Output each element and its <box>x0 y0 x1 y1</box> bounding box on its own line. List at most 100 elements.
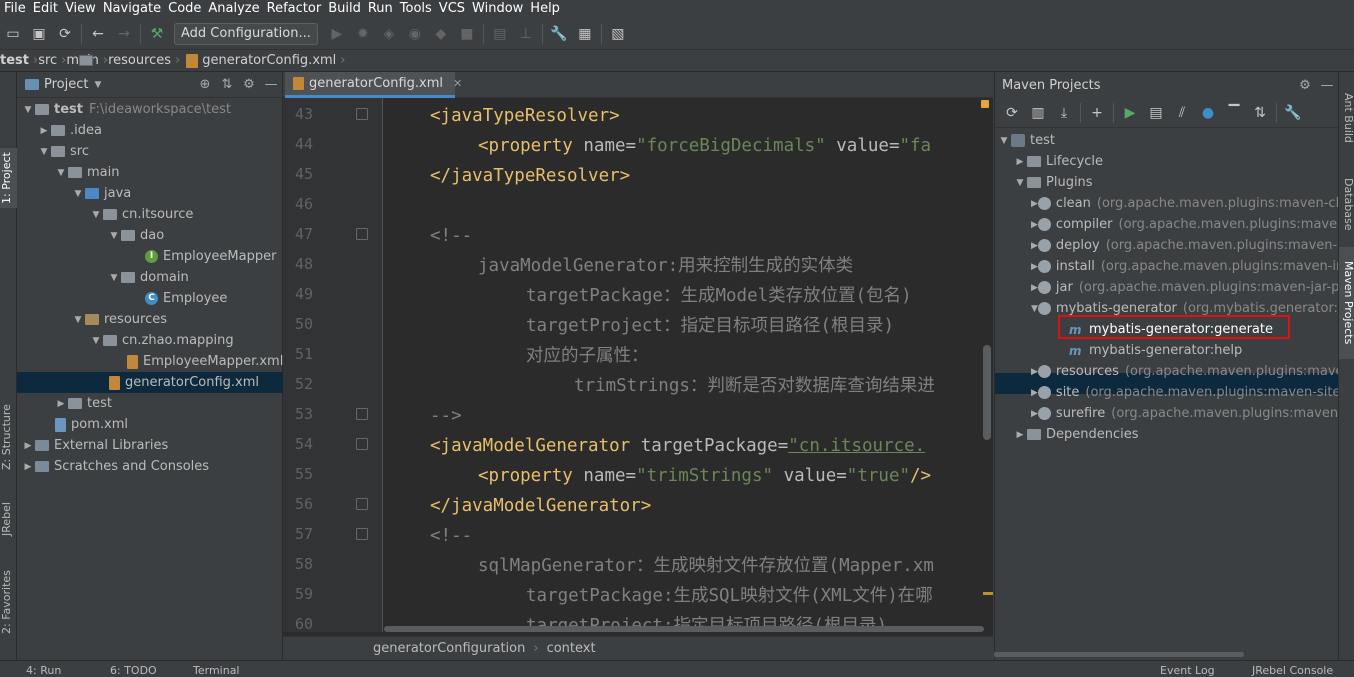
event-log-button[interactable]: Event Log <box>1160 664 1215 677</box>
maven-item-plugins[interactable]: ▼ Plugins <box>995 172 1339 193</box>
tree-item-src[interactable]: ▼ src <box>17 141 283 162</box>
chevron-right-icon[interactable]: ▶ <box>1031 283 1038 293</box>
deploy-icon[interactable]: ⊥ <box>517 26 535 42</box>
menu-tools[interactable]: Tools <box>396 0 435 18</box>
fold-marker-icon[interactable] <box>356 528 368 540</box>
menu-code[interactable]: Code <box>164 0 204 18</box>
download-icon[interactable]: ⤓ <box>1055 105 1073 121</box>
save-icon[interactable]: ▣ <box>30 26 48 42</box>
locate-icon[interactable]: ⊕ <box>194 77 216 92</box>
chevron-down-icon[interactable]: ▼ <box>1013 178 1027 188</box>
fold-marker-icon[interactable] <box>356 438 368 450</box>
terminal-tool-button[interactable]: Terminal <box>193 664 240 677</box>
chevron-down-icon[interactable]: ▼ <box>94 80 101 90</box>
update-running-icon[interactable]: ▤ <box>491 26 509 42</box>
tab-generator-config[interactable]: generatorConfig.xml ✕ <box>285 72 462 98</box>
tree-item-employee-mapper-xml[interactable]: EmployeeMapper.xml <box>17 351 283 372</box>
chevron-down-icon[interactable]: ▼ <box>89 210 103 220</box>
maven-plugin-clean[interactable]: ▶ clean (org.apache.maven.plugins:maven-cl… <box>995 193 1354 214</box>
crumb-generator-config[interactable]: generatorConfig.xml › <box>180 53 346 68</box>
collapse-all-icon[interactable]: ⇅ <box>1251 105 1269 121</box>
add-icon[interactable]: + <box>1088 105 1106 121</box>
chevron-right-icon[interactable]: ▶ <box>21 441 35 451</box>
tree-item-external-libraries[interactable]: ▶ External Libraries <box>17 435 283 456</box>
tree-item-domain[interactable]: ▼ domain <box>17 267 283 288</box>
chevron-down-icon[interactable]: ▼ <box>107 231 121 241</box>
project-tool-tab[interactable]: 1: Project <box>0 148 17 208</box>
editor-horizontal-scrollbar[interactable] <box>384 626 984 632</box>
chevron-right-icon[interactable]: ▶ <box>1031 388 1038 398</box>
build-hammer-icon[interactable]: ⚒ <box>148 26 166 42</box>
chevron-right-icon[interactable]: ▶ <box>1031 220 1038 230</box>
menu-analyze[interactable]: Analyze <box>204 0 262 18</box>
menu-vcs[interactable]: VCS <box>435 0 468 18</box>
chevron-right-icon[interactable]: ▶ <box>54 399 68 409</box>
chevron-down-icon[interactable]: ▼ <box>997 136 1011 146</box>
database-tool-tab[interactable]: Database <box>1339 172 1354 237</box>
fold-marker-icon[interactable] <box>356 498 368 510</box>
favorites-tool-tab[interactable]: 2: Favorites <box>0 567 17 637</box>
chevron-down-icon[interactable]: ▼ <box>71 315 85 325</box>
gear-icon[interactable]: ⚙ <box>238 77 260 92</box>
maven-projects-tool-tab[interactable]: Maven Projects <box>1339 247 1354 359</box>
crumb-src[interactable]: src › <box>38 53 93 68</box>
chevron-down-icon[interactable]: ▼ <box>1031 304 1038 314</box>
maven-plugin-compiler[interactable]: ▶ compiler (org.apache.maven.plugins:maven… <box>995 214 1354 235</box>
jrebel-tool-tab[interactable]: JRebel <box>0 497 17 542</box>
fold-marker-icon[interactable] <box>356 108 368 120</box>
coverage-icon[interactable]: ◈ <box>380 26 398 42</box>
tree-item-test[interactable]: ▶ test <box>17 393 283 414</box>
menu-build[interactable]: Build <box>324 0 364 18</box>
tree-item-idea[interactable]: ▶ .idea <box>17 120 283 141</box>
show-dependencies-icon[interactable]: ▔ <box>1225 105 1243 121</box>
code-area[interactable]: <javaTypeResolver> <property name="force… <box>384 98 993 632</box>
chevron-right-icon[interactable]: ▶ <box>1013 157 1027 167</box>
crumb-resources[interactable]: resources › <box>79 53 180 68</box>
project-panel-title[interactable]: Project <box>44 77 88 92</box>
jrebel-console-button[interactable]: JRebel Console <box>1252 664 1333 677</box>
chevron-down-icon[interactable]: ▼ <box>21 105 35 115</box>
chevron-right-icon[interactable]: ▶ <box>1031 409 1038 419</box>
maven-horizontal-scrollbar[interactable] <box>994 652 1338 658</box>
tree-item-cn-zhao-mapping[interactable]: ▼ cn.zhao.mapping <box>17 330 283 351</box>
toggle-offline-icon[interactable]: ⫽ <box>1173 105 1191 121</box>
crumb-generator-configuration[interactable]: generatorConfiguration <box>373 641 525 656</box>
menu-window[interactable]: Window <box>468 0 526 18</box>
scrollbar-thumb[interactable] <box>994 652 1244 657</box>
maven-plugin-site[interactable]: ▶ site (org.apache.maven.plugins:maven-sit… <box>995 382 1354 403</box>
structure-tool-tab[interactable]: Z: Structure <box>0 402 17 472</box>
forward-icon[interactable]: → <box>115 26 133 42</box>
maven-plugin-jar[interactable]: ▶ jar (org.apache.maven.plugins:maven-jar-… <box>995 277 1354 298</box>
tree-item-employee[interactable]: C Employee <box>17 288 283 309</box>
ant-build-tool-tab[interactable]: Ant Build <box>1339 78 1354 158</box>
skip-tests-icon[interactable]: ● <box>1199 105 1217 121</box>
chevron-right-icon[interactable]: ▶ <box>21 462 35 472</box>
reimport-icon[interactable]: ⟳ <box>1003 105 1021 121</box>
todo-tool-button[interactable]: 6: TODO <box>110 664 157 677</box>
chevron-right-icon[interactable]: ▶ <box>1031 367 1038 377</box>
run-tool-button[interactable]: 4: Run <box>26 664 61 677</box>
menu-view[interactable]: View <box>61 0 99 18</box>
chevron-right-icon[interactable]: ▶ <box>1031 199 1038 209</box>
chevron-right-icon[interactable]: ▶ <box>1031 262 1038 272</box>
fold-marker-icon[interactable] <box>356 228 368 240</box>
back-icon[interactable]: ← <box>89 26 107 42</box>
maven-plugin-install[interactable]: ▶ install (org.apache.maven.plugins:maven-… <box>995 256 1354 277</box>
debug-icon[interactable]: ✹ <box>354 26 372 42</box>
maven-item-root[interactable]: ▼ test <box>995 130 1339 151</box>
tree-item-root[interactable]: ▼ test F:\ideaworkspace\test <box>17 99 283 120</box>
tree-item-dao[interactable]: ▼ dao <box>17 225 283 246</box>
stop-icon[interactable]: ■ <box>458 26 476 42</box>
sync-icon[interactable]: ⟳ <box>56 26 74 42</box>
chevron-right-icon[interactable]: ▶ <box>1013 430 1027 440</box>
menu-refactor[interactable]: Refactor <box>263 0 325 18</box>
sdk-manager-icon[interactable]: ▧ <box>609 26 627 42</box>
error-stripe-mark[interactable] <box>983 592 993 595</box>
maven-plugin-resources[interactable]: ▶ resources (org.apache.maven.plugins:mave… <box>995 361 1354 382</box>
chevron-right-icon[interactable]: ▶ <box>1031 241 1038 251</box>
run-with-icon[interactable]: ◆ <box>432 26 450 42</box>
menu-edit[interactable]: Edit <box>29 0 61 18</box>
maven-item-dependencies[interactable]: ▶ Dependencies <box>995 424 1339 445</box>
hide-icon[interactable]: — <box>1316 78 1338 93</box>
close-icon[interactable]: ✕ <box>453 77 462 90</box>
